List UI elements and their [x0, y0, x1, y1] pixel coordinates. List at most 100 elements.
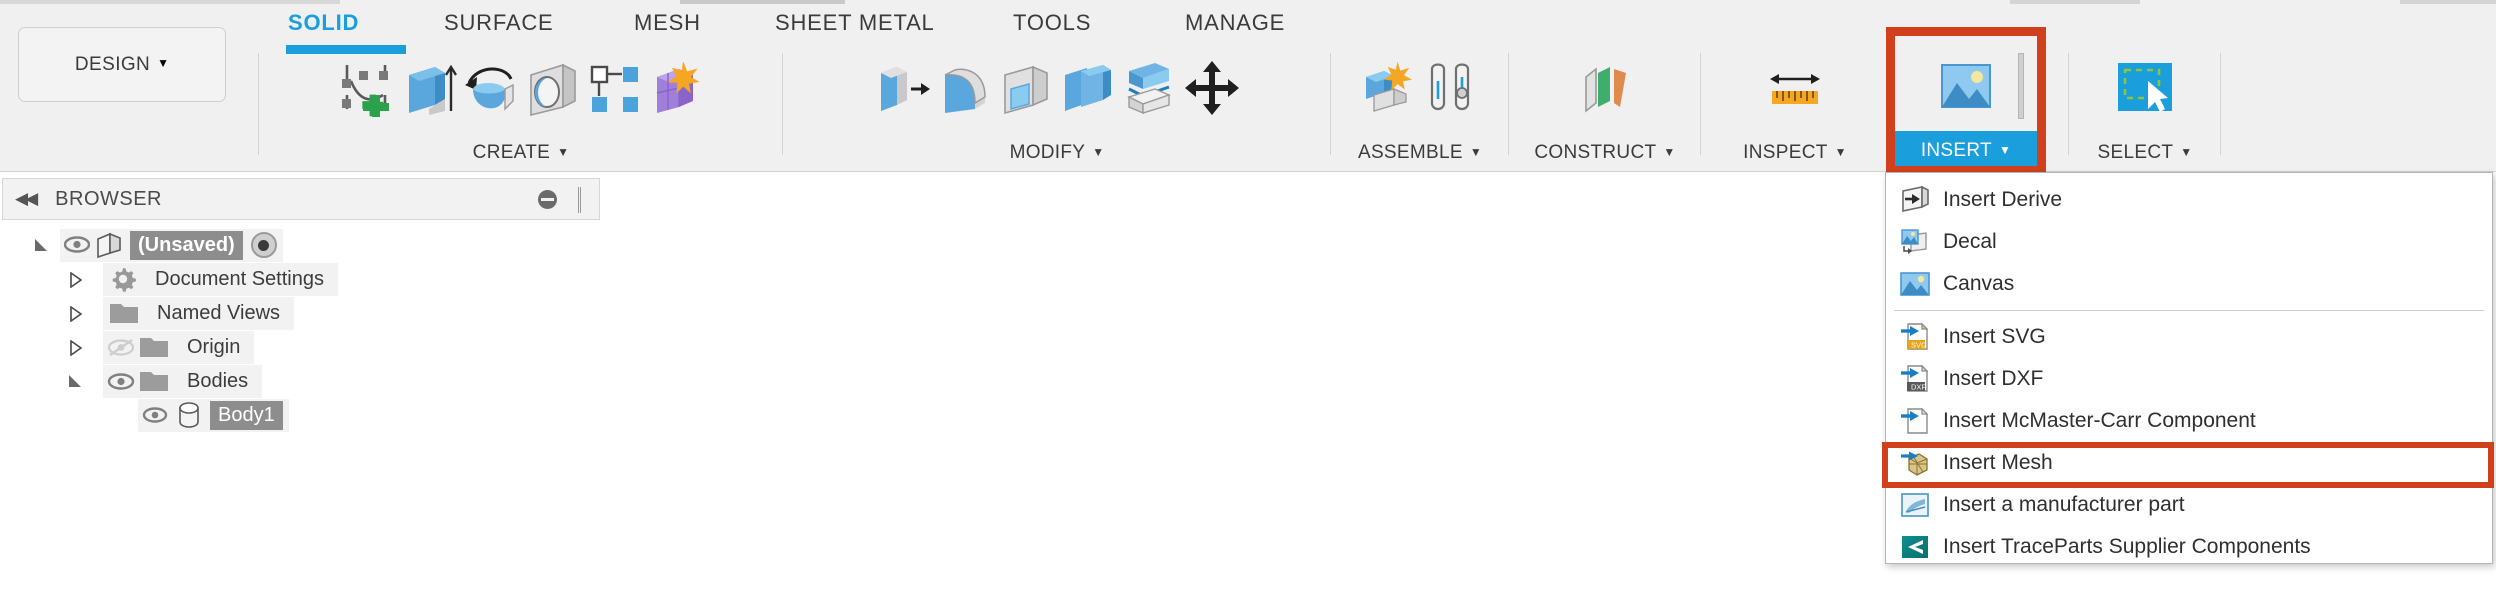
menu-item-canvas[interactable]: Canvas — [1886, 263, 2492, 305]
tab-mesh[interactable]: MESH — [634, 10, 701, 36]
expand-collapse-icon[interactable] — [68, 374, 82, 388]
chevron-down-icon: ▼ — [1834, 145, 1847, 159]
panel-create-icons — [262, 47, 780, 129]
menu-item-insert-dxf[interactable]: DXF Insert DXF — [1886, 358, 2492, 400]
eye-off-icon[interactable] — [107, 338, 135, 356]
minus-circle-icon[interactable] — [538, 190, 557, 209]
tree-row-origin[interactable]: Origin — [0, 330, 605, 364]
eye-icon[interactable] — [142, 406, 168, 424]
menu-item-insert-manufacturer-part[interactable]: Insert a manufacturer part — [1886, 484, 2492, 526]
modify-fillet-button[interactable] — [933, 50, 995, 126]
decal-icon — [1900, 227, 1930, 257]
assemble-joint-button[interactable] — [1420, 50, 1482, 126]
modify-split-face-button[interactable] — [1119, 50, 1181, 126]
workspace-selector-label: DESIGN — [74, 53, 151, 75]
traceparts-icon — [1900, 532, 1930, 562]
inspect-measure-button[interactable] — [1764, 50, 1826, 126]
menu-label-insert-mcmaster-carr: Insert McMaster-Carr Component — [1943, 409, 2256, 432]
chevron-down-icon: ▼ — [557, 145, 570, 159]
tree-row-unsaved[interactable]: (Unsaved) — [0, 228, 605, 262]
panel-assemble-icons — [1334, 47, 1506, 129]
menu-item-insert-svg[interactable]: SVG Insert SVG — [1886, 316, 2492, 358]
tree-label-document-settings: Document Settings — [147, 264, 332, 294]
tree-row-bodies[interactable]: Bodies — [0, 364, 605, 398]
document-import-icon — [1900, 406, 1930, 436]
menu-divider — [1894, 310, 2484, 311]
menu-label-canvas: Canvas — [1943, 272, 2015, 295]
tree-node-bodies: Bodies — [103, 364, 263, 398]
construct-offset-plane-button[interactable] — [1574, 50, 1636, 126]
panel-create-text: CREATE — [472, 142, 551, 163]
chevron-down-icon: ▼ — [1998, 143, 2012, 157]
expand-collapse-icon[interactable] — [70, 305, 82, 322]
insert-dropdown-menu: Insert Derive Decal Canvas SVG Insert SV… — [1882, 172, 2494, 564]
radio-dot — [258, 239, 270, 251]
tab-sheet-metal[interactable]: SHEET METAL — [775, 10, 935, 36]
panel-create-label[interactable]: CREATE ▼ — [262, 142, 780, 164]
gear-icon — [109, 265, 137, 293]
panel-construct-text: CONSTRUCT — [1534, 142, 1657, 163]
menu-item-insert-traceparts[interactable]: Insert TraceParts Supplier Components — [1886, 526, 2492, 568]
select-window-button[interactable] — [2114, 50, 2176, 126]
panel-inspect-label[interactable]: INSPECT ▼ — [1704, 142, 1886, 164]
panel-insert-text: INSERT — [1920, 140, 1992, 161]
insert-canvas-button[interactable] — [1935, 50, 1997, 126]
canvas-icon — [1900, 269, 1930, 299]
modify-combine-button[interactable] — [1057, 50, 1119, 126]
panel-construct: CONSTRUCT ▼ — [1512, 45, 1698, 170]
tab-surface[interactable]: SURFACE — [444, 10, 554, 36]
panel-insert-icons — [1894, 47, 2038, 129]
create-new-component-button[interactable] — [645, 50, 707, 126]
panel-construct-label[interactable]: CONSTRUCT ▼ — [1512, 142, 1698, 164]
rewind-icon[interactable]: ◀◀ — [15, 189, 38, 209]
tree-label-body1: Body1 — [210, 400, 283, 430]
assemble-new-component-button[interactable] — [1358, 50, 1420, 126]
menu-label-insert-derive: Insert Derive — [1943, 188, 2063, 211]
menu-item-insert-mcmaster-carr[interactable]: Insert McMaster-Carr Component — [1886, 400, 2492, 442]
create-hole-button[interactable] — [521, 50, 583, 126]
tree-node-named-views: Named Views — [103, 296, 295, 330]
expand-collapse-icon[interactable] — [34, 238, 48, 252]
create-revolve-button[interactable] — [459, 50, 521, 126]
tab-solid[interactable]: SOLID — [288, 10, 359, 36]
activate-component-radio[interactable] — [250, 232, 277, 258]
panel-select-text: SELECT — [2097, 142, 2174, 163]
menu-item-insert-derive[interactable]: Insert Derive — [1886, 179, 2492, 221]
tree-row-document-settings[interactable]: Document Settings — [0, 262, 605, 296]
menu-item-decal[interactable]: Decal — [1886, 221, 2492, 263]
panel-assemble-text: ASSEMBLE — [1357, 142, 1463, 163]
modify-shell-button[interactable] — [995, 50, 1057, 126]
modify-press-pull-button[interactable] — [871, 50, 933, 126]
tree-node-origin: Origin — [103, 330, 255, 364]
create-extrude-button[interactable] — [397, 50, 459, 126]
panel-select-label[interactable]: SELECT ▼ — [2072, 142, 2218, 164]
tree-row-named-views[interactable]: Named Views — [0, 296, 605, 330]
top-strip-segment-right — [2010, 0, 2140, 4]
chevron-down-icon: ▼ — [1663, 145, 1676, 159]
panel-inspect-icons — [1704, 47, 1886, 129]
eye-icon[interactable] — [64, 236, 90, 254]
modify-move-copy-button[interactable] — [1181, 50, 1243, 126]
svg-text:DXF: DXF — [1911, 383, 1926, 392]
panel-assemble-label[interactable]: ASSEMBLE ▼ — [1334, 142, 1506, 164]
insert-panel-scrollbar[interactable] — [2018, 53, 2024, 119]
eye-icon[interactable] — [107, 372, 135, 390]
cube-icon — [96, 231, 122, 259]
panel-separator-3 — [1508, 53, 1509, 155]
menu-item-insert-mesh[interactable]: Insert Mesh — [1886, 442, 2492, 484]
expand-collapse-icon[interactable] — [70, 271, 82, 288]
dxf-file-icon: DXF — [1900, 364, 1930, 394]
create-sketch-button[interactable] — [335, 50, 397, 126]
tab-manage[interactable]: MANAGE — [1185, 10, 1285, 36]
top-strip-segment-left — [0, 0, 340, 4]
panel-modify-label[interactable]: MODIFY ▼ — [786, 142, 1328, 164]
tab-tools[interactable]: TOOLS — [1013, 10, 1091, 36]
panel-insert-label[interactable]: INSERT ▼ — [1894, 140, 2038, 162]
panel-resize-grip[interactable] — [578, 187, 581, 213]
fusion360-window: DESIGN ▼ SOLID SURFACE MESH SHEET METAL … — [0, 0, 2496, 608]
expand-collapse-icon[interactable] — [70, 339, 82, 356]
create-rectangular-pattern-button[interactable] — [583, 50, 645, 126]
tree-row-body1[interactable]: Body1 — [0, 398, 605, 432]
folder-icon — [139, 335, 169, 360]
panel-modify-text: MODIFY — [1009, 142, 1086, 163]
